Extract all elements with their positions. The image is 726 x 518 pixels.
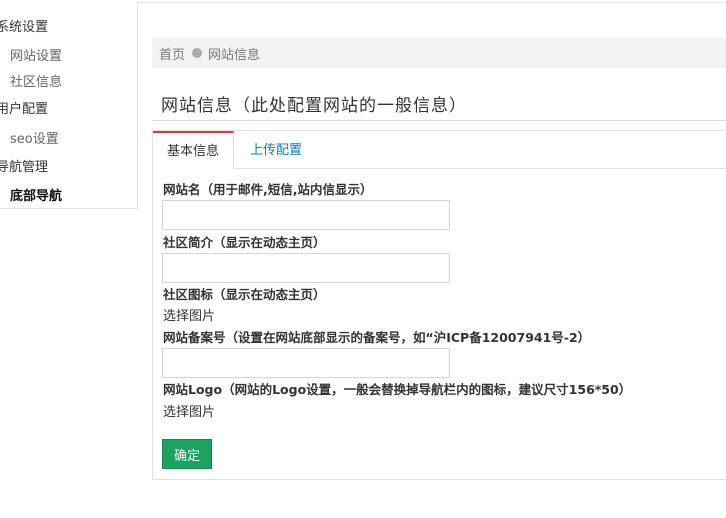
breadcrumb-separator-dot-icon — [192, 48, 203, 58]
community-intro-input[interactable] — [162, 253, 450, 283]
breadcrumb-home-link[interactable]: 首页 — [159, 44, 185, 63]
icp-label: 网站备案号（设置在网站底部显示的备案号，如“沪ICP备12007941号-2） — [163, 330, 591, 345]
submit-button[interactable]: 确定 — [162, 439, 212, 469]
page-title: 网站信息（此处配置网站的一般信息） — [161, 96, 467, 116]
community-icon-label: 社区图标（显示在动态主页） — [163, 287, 326, 302]
tab-basic-info[interactable]: 基本信息 — [153, 131, 234, 169]
logo-label: 网站Logo（网站的Logo设置，一般会替换掉导航栏内的图标，建议尺寸156*5… — [163, 382, 632, 397]
breadcrumb: 首页 网站信息 — [152, 38, 726, 68]
tab-upload-config[interactable]: 上传配置 — [241, 131, 311, 168]
sidebar-item-footer-nav[interactable]: 底部导航 — [10, 185, 62, 204]
sidebar-group-nav-management[interactable]: 导航管理 — [0, 156, 48, 175]
site-name-label: 网站名（用于邮件,短信,站内信显示） — [163, 182, 373, 197]
settings-panel: 基本信息 上传配置 网站名（用于邮件,短信,站内信显示） 社区简介（显示在动态主… — [152, 130, 726, 480]
community-intro-label: 社区简介（显示在动态主页） — [163, 235, 326, 250]
tab-bar: 基本信息 上传配置 — [153, 131, 726, 169]
breadcrumb-current: 网站信息 — [208, 47, 261, 63]
sidebar-item-community-info[interactable]: 社区信息 — [10, 71, 62, 90]
logo-select-image-link[interactable]: 选择图片 — [163, 401, 215, 420]
sidebar: 系统设置 网站设置 社区信息 用户配置 seo设置 导航管理 底部导航 — [0, 2, 138, 209]
title-divider — [152, 120, 726, 121]
sidebar-item-site-settings[interactable]: 网站设置 — [10, 45, 62, 64]
sidebar-item-seo-settings[interactable]: seo设置 — [10, 128, 59, 147]
icp-input[interactable] — [162, 348, 450, 378]
community-icon-select-image-link[interactable]: 选择图片 — [163, 305, 215, 324]
sidebar-group-system-settings[interactable]: 系统设置 — [0, 16, 48, 35]
sidebar-group-user-config[interactable]: 用户配置 — [0, 98, 48, 117]
top-divider — [138, 2, 726, 3]
site-name-input[interactable] — [162, 200, 450, 230]
